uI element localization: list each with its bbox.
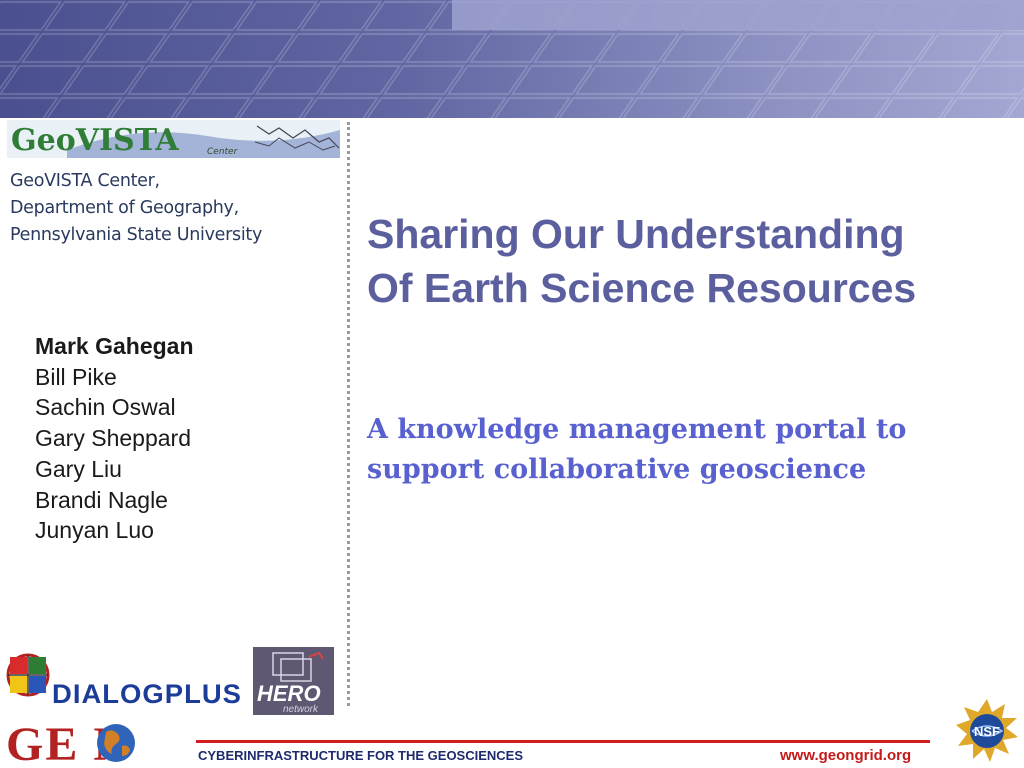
geovista-logo-subtext: Center bbox=[207, 147, 239, 157]
affiliation-line: GeoVISTA Center, bbox=[10, 171, 160, 191]
hero-logo-text: HERO bbox=[257, 681, 321, 706]
slide-title: Sharing Our Understanding Of Earth Scien… bbox=[367, 207, 1007, 315]
dialogplus-emblem-icon bbox=[6, 653, 50, 697]
slide-subtitle-line: support collaborative geoscience bbox=[367, 454, 867, 485]
author-name: Bill Pike bbox=[35, 363, 117, 390]
affiliation-line: Department of Geography, bbox=[10, 198, 239, 218]
author-name: Junyan Luo bbox=[35, 517, 154, 544]
geon-logo: GE N bbox=[6, 718, 135, 766]
affiliation-line: Pennsylvania State University bbox=[10, 225, 262, 245]
slide-subtitle-line: A knowledge management portal to bbox=[367, 414, 907, 445]
author-name: Gary Liu bbox=[35, 455, 122, 482]
footer-tagline: CYBERINFRASTRUCTURE FOR THE GEOSCIENCES bbox=[198, 748, 524, 763]
author-name: Sachin Oswal bbox=[35, 394, 176, 421]
dialogplus-logo: DIALOGPLUS bbox=[6, 653, 242, 709]
author-list: Mark Gahegan Bill Pike Sachin Oswal Gary… bbox=[35, 331, 194, 546]
header-banner bbox=[0, 0, 1024, 118]
hero-logo-subtext: network bbox=[283, 704, 319, 715]
hero-network-logo: HERO network bbox=[253, 647, 334, 715]
author-name: Brandi Nagle bbox=[35, 486, 168, 513]
slide-title-line: Sharing Our Understanding bbox=[367, 211, 905, 257]
column-divider bbox=[347, 122, 350, 706]
geovista-logo-text: GeoVISTA bbox=[11, 123, 179, 158]
geovista-logo: GeoVISTA Center bbox=[7, 120, 340, 158]
globe-icon bbox=[97, 724, 135, 762]
nsf-logo: NSF bbox=[956, 699, 1018, 762]
banner-highlight-strip bbox=[452, 0, 1024, 30]
footer-url-link[interactable]: www.geongrid.org bbox=[780, 747, 911, 764]
dialogplus-logo-text: DIALOGPLUS bbox=[52, 679, 242, 709]
nsf-logo-text: NSF bbox=[974, 724, 1000, 739]
footer-rule bbox=[196, 740, 930, 743]
author-name: Mark Gahegan bbox=[35, 333, 194, 359]
slide-title-line: Of Earth Science Resources bbox=[367, 265, 917, 311]
affiliation-block: GeoVISTA Center, Department of Geography… bbox=[10, 168, 262, 249]
author-name: Gary Sheppard bbox=[35, 425, 191, 452]
slide-subtitle: A knowledge management portal to support… bbox=[367, 410, 1007, 490]
